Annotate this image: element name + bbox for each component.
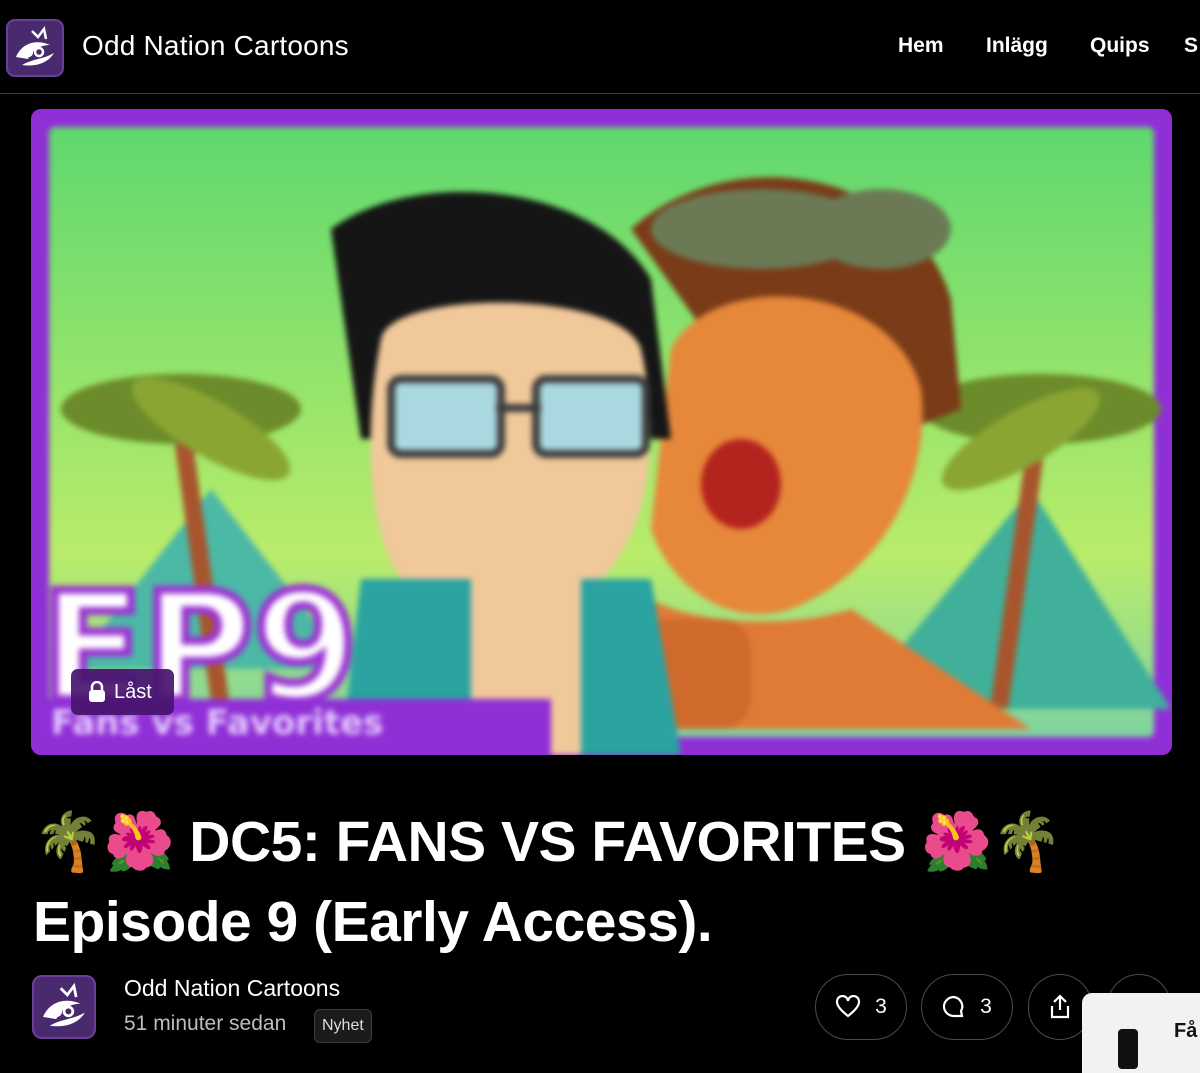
post-tag[interactable]: Nyhet	[314, 1009, 372, 1043]
title-line-1: DC5: FANS VS FAVORITES	[189, 810, 906, 874]
heart-icon	[836, 995, 861, 1018]
like-count: 3	[875, 995, 887, 1018]
comment-icon	[943, 995, 964, 1018]
logo-icon	[16, 26, 54, 66]
like-button[interactable]: 3	[815, 974, 907, 1040]
title-emoji-left: 🌴🌺	[33, 809, 174, 875]
logo-icon	[43, 982, 85, 1027]
phone-icon	[1118, 1029, 1138, 1069]
post-cover-image[interactable]: EP9 Fans vs Favorites	[31, 109, 1172, 755]
nav-item-hem[interactable]: Hem	[898, 34, 944, 58]
comment-button[interactable]: 3	[921, 974, 1013, 1040]
nav-item-clipped[interactable]: S	[1170, 0, 1200, 94]
top-bar: Odd Nation Cartoons Hem Inlägg Quips S	[0, 0, 1200, 94]
post-time: 51 minuter sedan	[124, 1012, 287, 1035]
popup-label: Få	[1174, 1020, 1198, 1042]
title-line-2: Episode 9 (Early Access).	[33, 890, 713, 954]
site-title[interactable]: Odd Nation Cartoons	[82, 30, 349, 62]
nav-item-inlagg[interactable]: Inlägg	[986, 34, 1048, 58]
author-avatar[interactable]	[32, 975, 96, 1039]
post-title[interactable]: 🌴🌺 DC5: FANS VS FAVORITES 🌺🌴 Episode 9 (…	[33, 802, 1183, 962]
locked-label: Låst	[114, 680, 152, 703]
author-name[interactable]: Odd Nation Cartoons	[124, 975, 340, 1002]
nav-item-quips[interactable]: Quips	[1090, 34, 1150, 58]
cover-artwork: EP9 Fans vs Favorites	[31, 109, 1172, 755]
share-icon	[1050, 994, 1070, 1019]
lock-icon	[89, 681, 105, 702]
comment-count: 3	[980, 995, 992, 1018]
site-logo[interactable]	[6, 19, 64, 77]
get-app-popup[interactable]: Få	[1082, 993, 1200, 1073]
locked-badge: Låst	[71, 669, 174, 715]
title-emoji-right: 🌺🌴	[921, 809, 1062, 875]
